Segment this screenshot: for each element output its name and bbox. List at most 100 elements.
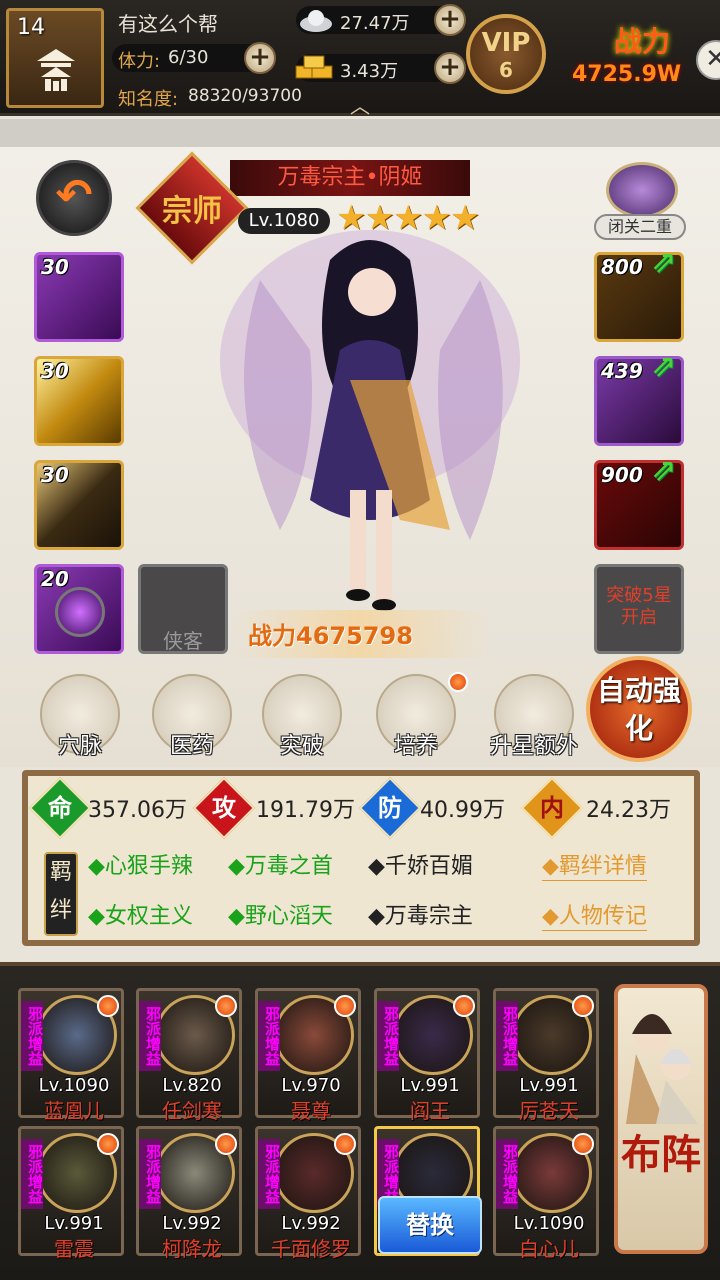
evil-sect-buff-tag: 邪派增益 (496, 1139, 519, 1209)
top-status-bar: 14 有这么个帮 体力: 6/30 + 知名度: 88320/93700 27.… (0, 0, 720, 119)
collapse-chevron-icon[interactable]: ︿ (350, 90, 370, 119)
notification-dot (448, 672, 468, 692)
evil-sect-buff-tag: 邪派增益 (258, 1001, 281, 1071)
evil-sect-buff-tag: 邪派增益 (377, 1001, 400, 1071)
elders-portrait-icon (626, 1014, 698, 1124)
notification-dot (97, 995, 119, 1017)
guild-name: 有这么个帮 (118, 12, 218, 36)
skill-level: 30 (41, 463, 69, 487)
biography-link[interactable]: ◆人物传记 (542, 898, 647, 931)
seclusion-label: 闭关二重 (594, 214, 686, 240)
equipment-level: 800 (601, 255, 643, 279)
skill-level: 30 (41, 255, 69, 279)
equipment-slot-armor[interactable]: 439 ⇗ (594, 349, 684, 446)
bond-item-inactive: ◆万毒宗主 (368, 904, 473, 929)
add-silver-button[interactable]: + (434, 4, 466, 36)
roster-card[interactable]: 邪派增益 Lv.992 千面修罗 (255, 1126, 361, 1261)
locked-equipment-slot[interactable]: 突破5星开启 (594, 564, 684, 654)
roster-card[interactable]: 邪派增益 Lv.970 聂尊 (255, 988, 361, 1123)
meditation-icon[interactable] (606, 162, 678, 218)
skill-slot-1[interactable]: 30 (34, 252, 124, 342)
gold-value: 3.43万 (340, 61, 399, 82)
gold-bars-icon (295, 55, 333, 79)
vip-label: VIP (481, 28, 531, 58)
bond-item: ◆野心滔天 (228, 904, 333, 929)
auto-enhance-button[interactable]: 自动强化 (586, 656, 692, 762)
roster-hero-level: Lv.970 (281, 1075, 341, 1096)
roster-hero-level: Lv.992 (281, 1213, 341, 1234)
roster-card[interactable]: 邪派增益 Lv.992 柯降龙 (136, 1126, 242, 1261)
stamina-label: 体力: (118, 51, 161, 72)
notification-dot (572, 1133, 594, 1155)
roster-card[interactable]: 邪派增益 Lv.820 任剑寒 (136, 988, 242, 1123)
evil-sect-buff-tag: 邪派增益 (258, 1139, 281, 1209)
close-icon[interactable]: ✕ (696, 40, 720, 80)
evil-sect-buff-tag: 邪派增益 (139, 1139, 162, 1209)
fame-value: 88320/93700 (188, 86, 302, 106)
roster-hero-name: 千面修罗 (271, 1237, 351, 1261)
roster-card[interactable]: 邪派增益 Lv.991 雷震 (18, 1126, 124, 1261)
roster-hero-level: Lv.1090 (38, 1075, 110, 1096)
vip-level: 6 (499, 58, 513, 82)
defense-value: 40.99万 (420, 798, 505, 823)
upgrade-arrow-icon: ⇗ (651, 245, 677, 280)
roster-card[interactable]: 邪派增益 Lv.991 厉苍天 (493, 988, 599, 1123)
meridian-label: 穴脉 (57, 734, 102, 759)
hp-value: 357.06万 (88, 798, 187, 823)
companion-slot[interactable]: 侠客 (138, 564, 228, 654)
star-upgrade-label: 升星额外 (489, 734, 578, 759)
replace-button[interactable]: 替换 (378, 1196, 482, 1254)
skill-slot-2[interactable]: 30 (34, 356, 124, 446)
medicine-label: 医药 (169, 734, 214, 759)
total-power-value: 4725.9W (572, 62, 682, 87)
cultivate-label: 培养 (393, 734, 438, 759)
add-gold-button[interactable]: + (434, 52, 466, 84)
combat-power: 战力4675798 (248, 616, 413, 651)
roster-card[interactable]: 邪派增益 Lv.1090 白心儿 (493, 1126, 599, 1261)
roster-hero-name: 雷震 (54, 1237, 94, 1261)
roster-hero-level: Lv.820 (162, 1075, 222, 1096)
companion-slot-label: 侠客 (163, 629, 203, 653)
equipment-level: 900 (601, 463, 643, 487)
hp-icon-text: 命 (48, 794, 72, 822)
bond-details-link[interactable]: ◆羁绊详情 (542, 848, 647, 881)
skill-slot-3[interactable]: 30 (34, 460, 124, 550)
combat-power-label: 战力 (248, 622, 296, 650)
skill-slot-4[interactable]: 20 (34, 564, 124, 654)
equipment-level: 439 (601, 359, 643, 383)
player-avatar-frame[interactable]: 14 (6, 8, 104, 108)
internal-value: 24.23万 (586, 798, 671, 823)
bond-item: ◆心狠手辣 (88, 854, 193, 879)
back-arrow-icon[interactable]: ↶ (36, 160, 112, 236)
fame-label: 知名度: (118, 89, 179, 110)
roster-hero-name: 阎王 (410, 1099, 450, 1123)
internal-icon-text: 内 (540, 794, 564, 822)
skill-level: 20 (41, 567, 69, 591)
upgrade-arrow-icon: ⇗ (651, 453, 677, 488)
equipment-slot-book[interactable]: 900 ⇗ (594, 453, 684, 550)
roster-hero-level: Lv.1090 (513, 1213, 585, 1234)
notification-dot (97, 1133, 119, 1155)
bond-item: ◆万毒之首 (228, 854, 333, 879)
roster-hero-name: 蓝凰儿 (44, 1099, 104, 1123)
add-stamina-button[interactable]: + (244, 42, 276, 74)
evil-sect-buff-tag: 邪派增益 (139, 1001, 162, 1071)
evil-sect-buff-tag: 邪派增益 (21, 1139, 44, 1209)
notification-dot (215, 995, 237, 1017)
roster-hero-level: Lv.992 (162, 1213, 222, 1234)
roster-card[interactable]: 邪派增益 Lv.1090 蓝凰儿 (18, 988, 124, 1123)
notification-dot (453, 995, 475, 1017)
hero-name: 万毒宗主•阴姬 (277, 165, 423, 190)
roster-hero-level: Lv.991 (44, 1213, 104, 1234)
roster-card[interactable]: 邪派增益 Lv.991 阎王 (374, 988, 480, 1123)
vip-badge[interactable]: VIP 6 (466, 14, 546, 94)
notification-dot (334, 1133, 356, 1155)
breakthrough-lock-text: 突破5星开启 (606, 585, 672, 628)
stamina-value: 6/30 (168, 47, 209, 68)
hero-character-illustration[interactable] (200, 200, 540, 620)
evil-sect-buff-tag: 邪派增益 (496, 1001, 519, 1071)
notification-dot (215, 1133, 237, 1155)
attack-icon-text: 攻 (212, 794, 236, 822)
notification-dot (334, 995, 356, 1017)
equipment-slot-weapon[interactable]: 800 ⇗ (594, 245, 684, 342)
